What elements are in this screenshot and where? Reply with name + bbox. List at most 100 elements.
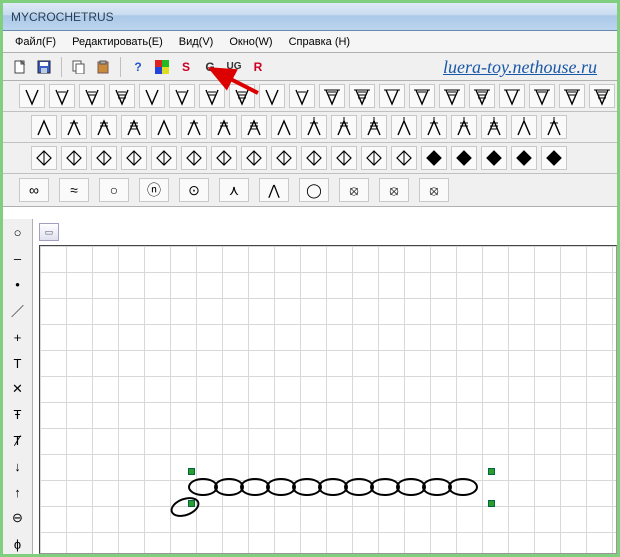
document-tab[interactable]: ▭ [39,223,59,241]
stitch-v-10[interactable] [319,84,345,108]
tool-dash[interactable]: – [7,249,29,269]
stitch-a-3[interactable] [121,115,147,139]
stitch-a-14[interactable] [451,115,477,139]
stitch-v-11[interactable] [349,84,375,108]
mode-g-button[interactable]: G [199,56,221,78]
help-button[interactable]: ? [127,56,149,78]
stitch-a-11[interactable] [361,115,387,139]
stitch-v-16[interactable] [499,84,525,108]
sym-circle[interactable]: ○ [99,178,129,202]
stitch-diamond-14[interactable] [451,146,477,170]
sym-circle-n[interactable]: ⓝ [139,178,169,202]
stitch-a-7[interactable] [241,115,267,139]
stitch-a-16[interactable] [511,115,537,139]
stitch-diamond-17[interactable] [541,146,567,170]
sym-bulb3[interactable]: ⦻ [419,178,449,202]
menu-file[interactable]: Файл(F) [9,34,62,50]
copy-button[interactable] [68,56,90,78]
tool-dbl-t[interactable]: Ŧ [7,405,29,425]
stitch-diamond-15[interactable] [481,146,507,170]
stitch-diamond-6[interactable] [211,146,237,170]
stitch-diamond-4[interactable] [151,146,177,170]
stitch-v-15[interactable] [469,84,495,108]
stitch-a-12[interactable] [391,115,417,139]
stitch-diamond-13[interactable] [421,146,447,170]
stitch-v-19[interactable] [589,84,615,108]
stitch-v-0[interactable] [19,84,45,108]
stitch-a-17[interactable] [541,115,567,139]
stitch-a-9[interactable] [301,115,327,139]
sym-circle-dot[interactable]: ⊙ [179,178,209,202]
stitch-v-5[interactable] [169,84,195,108]
sym-A[interactable]: ⋀ [259,178,289,202]
tool-dot[interactable]: • [7,275,29,295]
tool-cross[interactable]: ✕ [7,379,29,399]
stitch-a-5[interactable] [181,115,207,139]
tool-arrow-down[interactable]: ↓ [7,457,29,477]
selection-handle[interactable] [188,500,195,507]
stitch-v-1[interactable] [49,84,75,108]
drawing-canvas[interactable] [39,245,617,554]
stitch-a-0[interactable] [31,115,57,139]
stitch-v-4[interactable] [139,84,165,108]
tool-circle-line[interactable]: ⊖ [7,508,29,528]
stitch-a-8[interactable] [271,115,297,139]
stitch-diamond-7[interactable] [241,146,267,170]
tool-t[interactable]: T [7,353,29,373]
stitch-v-9[interactable] [289,84,315,108]
stitch-v-13[interactable] [409,84,435,108]
stitch-diamond-2[interactable] [91,146,117,170]
stitch-diamond-11[interactable] [361,146,387,170]
stitch-v-14[interactable] [439,84,465,108]
stitch-a-6[interactable] [211,115,237,139]
stitch-v-2[interactable] [79,84,105,108]
stitch-diamond-5[interactable] [181,146,207,170]
stitch-diamond-0[interactable] [31,146,57,170]
stitch-a-4[interactable] [151,115,177,139]
sym-lambda[interactable]: ⋏ [219,178,249,202]
stitch-v-7[interactable] [229,84,255,108]
stitch-a-10[interactable] [331,115,357,139]
stitch-v-3[interactable] [109,84,135,108]
mode-ug-button[interactable]: UG [223,56,245,78]
chain-tail-oval[interactable] [168,493,202,520]
stitch-a-1[interactable] [61,115,87,139]
tool-oval[interactable]: ○ [7,223,29,243]
paste-button[interactable] [92,56,114,78]
mode-r-button[interactable]: R [247,56,269,78]
selection-handle[interactable] [188,468,195,475]
sym-approx[interactable]: ≈ [59,178,89,202]
tool-plus[interactable]: + [7,327,29,347]
color-palette-button[interactable] [151,56,173,78]
new-file-button[interactable] [9,56,31,78]
stitch-diamond-8[interactable] [271,146,297,170]
sym-bulb2[interactable]: ⦻ [379,178,409,202]
stitch-a-2[interactable] [91,115,117,139]
stitch-diamond-9[interactable] [301,146,327,170]
chain-stitch-object[interactable] [192,478,478,496]
menu-help[interactable]: Справка (H) [283,34,356,50]
sym-infinity[interactable]: ∞ [19,178,49,202]
stitch-v-17[interactable] [529,84,555,108]
stitch-v-6[interactable] [199,84,225,108]
stitch-a-15[interactable] [481,115,507,139]
tool-tri-t[interactable]: Ⱦ [7,431,29,451]
stitch-diamond-16[interactable] [511,146,537,170]
save-button[interactable] [33,56,55,78]
stitch-v-12[interactable] [379,84,405,108]
tool-line[interactable]: ／ [7,300,29,321]
stitch-diamond-10[interactable] [331,146,357,170]
sym-bulb1[interactable]: ⦻ [339,178,369,202]
selection-handle[interactable] [488,500,495,507]
mode-s-button[interactable]: S [175,56,197,78]
tool-looped[interactable]: ɸ [7,534,29,554]
tool-arrow-up[interactable]: ↑ [7,482,29,502]
sym-oval[interactable]: ◯ [299,178,329,202]
stitch-v-8[interactable] [259,84,285,108]
stitch-diamond-3[interactable] [121,146,147,170]
selection-handle[interactable] [488,468,495,475]
menu-edit[interactable]: Редактировать(E) [66,34,169,50]
menu-view[interactable]: Вид(V) [173,34,220,50]
stitch-diamond-1[interactable] [61,146,87,170]
menu-window[interactable]: Окно(W) [223,34,278,50]
